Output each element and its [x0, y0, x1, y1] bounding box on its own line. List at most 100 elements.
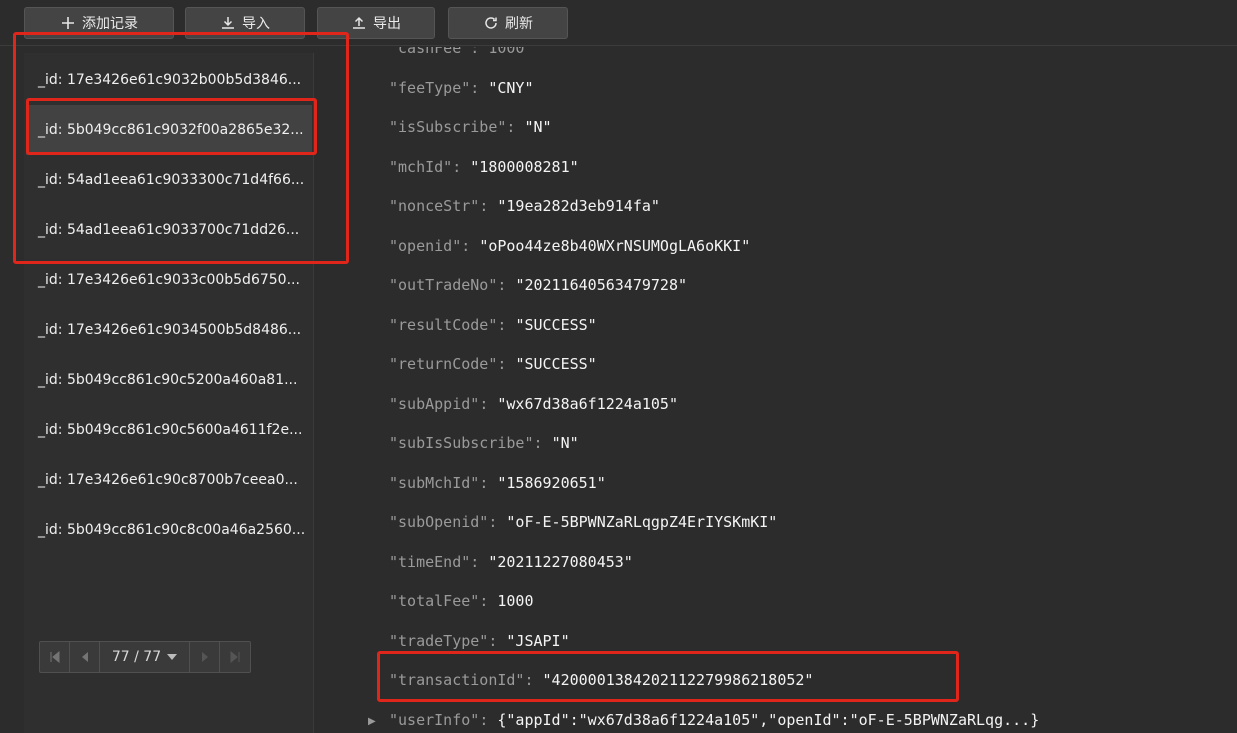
document-field-partial: "cashFee": 1000: [389, 47, 524, 61]
field-value: "oPoo44ze8b40WXrNSUMOgLA6oKKI": [479, 237, 751, 255]
record-item-label: _id: 5b049cc861c90c5600a4611f2e...: [38, 422, 303, 438]
document-field: "feeType": "CNY": [389, 79, 534, 97]
record-item-label: _id: 54ad1eea61c9033700c71dd26...: [38, 222, 300, 238]
field-value: "4200001384202112279986218052": [542, 671, 814, 689]
document-field: "resultCode": "SUCCESS": [389, 316, 597, 334]
document-view: "cashFee": 1000 "feeType": "CNY" "isSubs…: [315, 47, 1237, 733]
field-key: "subOpenid": [389, 513, 489, 531]
field-value: "N": [551, 434, 579, 452]
import-button[interactable]: 导入: [185, 7, 305, 39]
page-indicator: 77 / 77: [111, 649, 162, 665]
field-value: "SUCCESS": [515, 355, 597, 373]
field-value: "20211227080453": [488, 553, 633, 571]
toolbar: 添加记录 导入 导出 刷新: [0, 0, 1237, 46]
field-key: "mchId": [389, 158, 453, 176]
refresh-label: 刷新: [505, 16, 533, 32]
refresh-button[interactable]: 刷新: [448, 7, 568, 39]
document-field: "outTradeNo": "20211640563479728": [389, 276, 688, 294]
record-item-label: _id: 17e3426e61c90c8700b7ceea0...: [38, 472, 298, 488]
document-field: "subOpenid": "oF-E-5BPWNZaRLqgpZ4ErIYSKm…: [389, 513, 778, 531]
field-key: "subAppid": [389, 395, 480, 413]
record-item[interactable]: _id: 5b049cc861c90c8c00a46a2560...: [26, 505, 312, 555]
field-value: "1800008281": [470, 158, 579, 176]
record-item[interactable]: _id: 54ad1eea61c9033700c71dd26...: [26, 205, 312, 255]
record-item-label: _id: 5b049cc861c90c5200a460a81...: [38, 372, 298, 388]
field-partial-text: "cashFee": 1000: [389, 47, 525, 57]
field-value: "wx67d38a6f1224a105": [497, 395, 678, 413]
field-value: {"appId":"wx67d38a6f1224a105","openId":"…: [497, 711, 1040, 729]
document-field: "nonceStr": "19ea282d3eb914fa": [389, 197, 660, 215]
record-item[interactable]: _id: 54ad1eea61c9033300c71d4f66...: [26, 155, 312, 205]
field-key: "nonceStr": [389, 197, 480, 215]
field-value: "1586920651": [497, 474, 606, 492]
add-record-label: 添加记录: [82, 16, 138, 32]
document-field: "totalFee": 1000: [389, 592, 534, 610]
document-field: "subMchId": "1586920651": [389, 474, 606, 492]
next-page-button[interactable]: [190, 642, 220, 672]
last-page-button[interactable]: [220, 642, 250, 672]
document-field-transaction-id: "transactionId": "4200001384202112279986…: [389, 671, 814, 689]
last-page-icon: [230, 651, 240, 663]
record-item[interactable]: _id: 5b049cc861c90c5200a460a81...: [26, 355, 312, 405]
field-value: "20211640563479728": [515, 276, 688, 294]
field-key: "returnCode": [389, 355, 498, 373]
document-field-user-info[interactable]: "userInfo": {"appId":"wx67d38a6f1224a105…: [389, 711, 1039, 733]
field-key: "tradeType": [389, 632, 489, 650]
record-item[interactable]: _id: 17e3426e61c9032b00b5d3846...: [26, 55, 312, 105]
plus-icon: [62, 17, 74, 29]
record-item-label: _id: 17e3426e61c9033c00b5d6750...: [38, 272, 300, 288]
field-value: "JSAPI": [506, 632, 570, 650]
field-key: "totalFee": [389, 592, 480, 610]
document-field: "tradeType": "JSAPI": [389, 632, 570, 650]
document-field: "openid": "oPoo44ze8b40WXrNSUMOgLA6oKKI": [389, 237, 751, 255]
record-item-label: _id: 5b049cc861c9032f00a2865e32...: [38, 122, 304, 138]
field-key: "feeType": [389, 79, 471, 97]
field-value: 1000: [497, 592, 534, 610]
prev-page-button[interactable]: [70, 642, 100, 672]
record-item[interactable]: _id: 17e3426e61c9033c00b5d6750...: [26, 255, 312, 305]
refresh-icon: [485, 17, 497, 29]
next-page-icon: [201, 652, 208, 662]
field-key: "subIsSubscribe": [389, 434, 534, 452]
field-key: "isSubscribe": [389, 118, 507, 136]
record-list-panel: _id: 17e3426e61c9032b00b5d3846... _id: 5…: [24, 53, 314, 733]
export-label: 导出: [373, 16, 401, 32]
download-icon: [222, 17, 234, 29]
first-page-icon: [50, 651, 59, 663]
document-field: "mchId": "1800008281": [389, 158, 579, 176]
field-value: "SUCCESS": [515, 316, 597, 334]
field-key: "resultCode": [389, 316, 498, 334]
field-key: "userInfo": [389, 711, 480, 729]
record-item[interactable]: _id: 17e3426e61c90c8700b7ceea0...: [26, 455, 312, 505]
field-value: "CNY": [488, 79, 534, 97]
field-key: "outTradeNo": [389, 276, 498, 294]
export-button[interactable]: 导出: [317, 7, 435, 39]
expand-arrow-icon[interactable]: ▶: [368, 716, 378, 728]
document-field: "subIsSubscribe": "N": [389, 434, 579, 452]
page-select[interactable]: 77 / 77: [100, 642, 190, 672]
record-item-label: _id: 5b049cc861c90c8c00a46a2560...: [38, 522, 306, 538]
upload-icon: [353, 16, 365, 29]
field-value: "19ea282d3eb914fa": [497, 197, 660, 215]
record-item-label: _id: 54ad1eea61c9033300c71d4f66...: [38, 172, 305, 188]
field-key: "timeEnd": [389, 553, 471, 571]
first-page-button[interactable]: [40, 642, 70, 672]
field-key: "openid": [389, 237, 462, 255]
record-item-label: _id: 17e3426e61c9034500b5d8486...: [38, 322, 302, 338]
pagination: 77 / 77: [39, 641, 251, 673]
document-field: "timeEnd": "20211227080453": [389, 553, 633, 571]
record-item-label: _id: 17e3426e61c9032b00b5d3846...: [38, 72, 302, 88]
record-item[interactable]: _id: 5b049cc861c90c5600a4611f2e...: [26, 405, 312, 455]
import-label: 导入: [242, 16, 270, 32]
record-item[interactable]: _id: 17e3426e61c9034500b5d8486...: [26, 305, 312, 355]
chevron-down-icon: [167, 654, 178, 660]
prev-page-icon: [81, 652, 88, 662]
add-record-button[interactable]: 添加记录: [24, 7, 174, 39]
field-value: "N": [524, 118, 552, 136]
record-item-selected[interactable]: _id: 5b049cc861c9032f00a2865e32...: [26, 105, 312, 155]
field-key: "transactionId": [389, 671, 525, 689]
document-field: "subAppid": "wx67d38a6f1224a105": [389, 395, 678, 413]
document-field: "isSubscribe": "N": [389, 118, 552, 136]
field-value: "oF-E-5BPWNZaRLqgpZ4ErIYSKmKI": [506, 513, 778, 531]
document-field: "returnCode": "SUCCESS": [389, 355, 597, 373]
